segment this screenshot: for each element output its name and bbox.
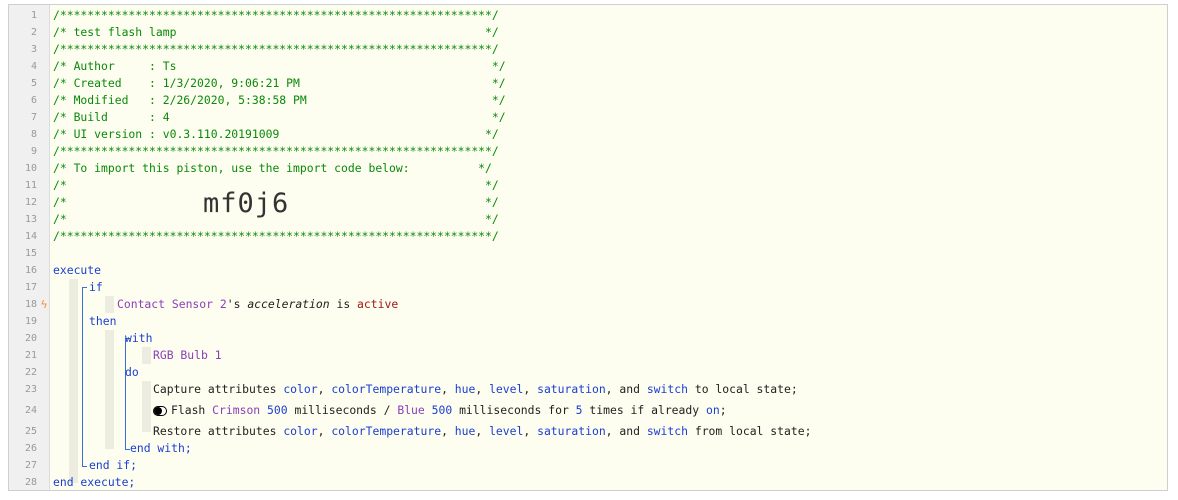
line-number: 12 [24, 197, 37, 208]
comment-import-instructions: /* To import this piston, use the import… [53, 161, 492, 175]
capture-statement[interactable]: Capture attributes color, colorTemperatu… [153, 381, 798, 398]
line-number: 13 [24, 214, 37, 225]
line-number: 18 [24, 299, 37, 310]
if-keyword[interactable]: if [89, 279, 103, 296]
line-number: 9 [30, 146, 37, 157]
execute-keyword[interactable]: execute [53, 262, 101, 279]
restore-statement[interactable]: Restore attributes color, colorTemperatu… [153, 423, 811, 440]
if-block-bracket [82, 287, 83, 466]
condition-statement[interactable]: Contact Sensor 2's acceleration is activ… [117, 296, 398, 313]
with-block-bracket [125, 338, 126, 449]
indent-guide [142, 347, 151, 364]
line-number: 8 [30, 129, 37, 140]
line-number: 23 [24, 384, 37, 395]
indent-guide [105, 330, 114, 449]
flash-statement[interactable]: Flash Crimson 500 milliseconds / Blue 50… [153, 402, 727, 419]
indent-guide [69, 279, 78, 483]
import-code[interactable]: mf0j6 [203, 186, 289, 222]
comment-border: /***************************************… [53, 144, 499, 158]
end-if-keyword[interactable]: end if; [89, 457, 137, 474]
comment-border: /***************************************… [53, 8, 499, 22]
line-number: 27 [24, 460, 37, 471]
comment-ui-version: /* UI version : v0.3.110.20191009 */ [53, 127, 499, 141]
line-number: 2 [30, 27, 37, 38]
line-number: 24 [24, 405, 37, 416]
line-number: 14 [24, 231, 37, 242]
lightning-bolt-icon[interactable]: ϟ [39, 296, 49, 313]
comment-author: /* Author : Ts */ [53, 59, 506, 73]
line-number: 20 [24, 333, 37, 344]
line-number: 16 [24, 265, 37, 276]
line-number: 10 [24, 163, 37, 174]
if-block-bracket-bottom [82, 466, 87, 467]
code-editor[interactable]: 1 2 3 4 5 6 7 8 9 10 11 12 13 14 15 16 17 18 19 20 21 22 23 24 2… [8, 4, 1168, 491]
comment-build: /* Build : 4 */ [53, 110, 506, 124]
line-number: 28 [24, 477, 37, 488]
comment-created: /* Created : 1/3/2020, 9:06:21 PM */ [53, 76, 506, 90]
line-number: 4 [30, 61, 37, 72]
line-number: 6 [30, 95, 37, 106]
with-keyword[interactable]: with [125, 330, 152, 347]
toggle-switch-icon[interactable] [153, 405, 167, 416]
then-keyword[interactable]: then [89, 313, 116, 330]
do-keyword[interactable]: do [125, 364, 139, 381]
line-number: 22 [24, 367, 37, 378]
line-number: 19 [24, 316, 37, 327]
device-contact-sensor-2[interactable]: Contact Sensor 2 [117, 297, 227, 311]
line-number: 21 [24, 350, 37, 361]
comment-border: /***************************************… [53, 229, 499, 243]
line-number: 25 [24, 426, 37, 437]
line-number: 26 [24, 443, 37, 454]
line-number: 15 [24, 248, 37, 259]
comment-title: /* test flash lamp */ [53, 25, 499, 39]
line-number: 17 [24, 282, 37, 293]
value-active: active [357, 297, 399, 311]
attribute-acceleration: acceleration [247, 297, 330, 311]
line-number: 3 [30, 44, 37, 55]
line-number: 5 [30, 78, 37, 89]
comment-border: /***************************************… [53, 42, 499, 56]
end-execute-keyword[interactable]: end execute; [53, 474, 135, 490]
line-number: 11 [24, 180, 37, 191]
line-number: 1 [30, 10, 37, 21]
line-number: 7 [30, 112, 37, 123]
comment-modified: /* Modified : 2/26/2020, 5:38:58 PM */ [53, 93, 506, 107]
end-with-keyword[interactable]: end with; [130, 440, 192, 457]
indent-guide [142, 381, 151, 432]
device-rgb-bulb-1[interactable]: RGB Bulb 1 [153, 347, 222, 364]
indent-guide [105, 296, 114, 313]
if-block-bracket-top [82, 287, 87, 288]
